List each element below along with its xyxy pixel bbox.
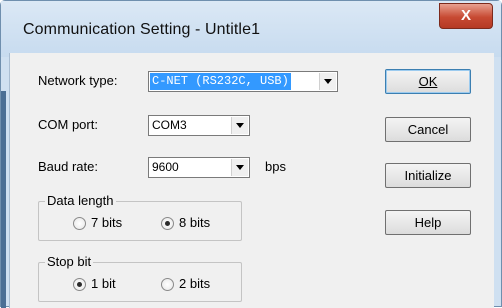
data-length-8-label[interactable]: 8 bits bbox=[179, 215, 210, 230]
title-bar[interactable]: Communication Setting - Untitle1 X bbox=[1, 1, 501, 57]
baud-rate-select[interactable]: 9600 bbox=[148, 157, 250, 178]
com-port-value: COM3 bbox=[152, 118, 187, 132]
initialize-button[interactable]: Initialize bbox=[385, 163, 471, 188]
initialize-button-label: Initialize bbox=[404, 168, 452, 183]
help-button[interactable]: Help bbox=[385, 210, 471, 235]
data-length-7-label[interactable]: 7 bits bbox=[91, 215, 122, 230]
cancel-button[interactable]: Cancel bbox=[385, 117, 471, 142]
cancel-button-label: Cancel bbox=[407, 122, 449, 137]
stop-bit-1-radio[interactable] bbox=[73, 278, 86, 291]
data-length-legend: Data length bbox=[45, 193, 116, 208]
chevron-down-icon[interactable] bbox=[319, 73, 336, 90]
stop-bit-2-radio[interactable] bbox=[161, 278, 174, 291]
stop-bit-2-label[interactable]: 2 bits bbox=[179, 276, 210, 291]
baud-rate-label: Baud rate: bbox=[38, 159, 98, 174]
window-left-edge bbox=[1, 91, 6, 308]
stop-bit-legend: Stop bit bbox=[45, 254, 94, 269]
network-type-select[interactable]: C-NET (RS232C, USB) bbox=[148, 71, 338, 92]
network-type-label: Network type: bbox=[38, 73, 118, 88]
chevron-down-icon[interactable] bbox=[231, 117, 248, 134]
com-port-label: COM port: bbox=[38, 117, 98, 132]
ok-button[interactable]: OK bbox=[385, 69, 471, 94]
communication-setting-dialog: Communication Setting - Untitle1 X Netwo… bbox=[0, 0, 502, 308]
stop-bit-1-label[interactable]: 1 bit bbox=[91, 276, 116, 291]
close-button[interactable]: X bbox=[439, 3, 493, 29]
stop-bit-group: Stop bit 1 bit 2 bits bbox=[38, 254, 242, 302]
baud-rate-unit: bps bbox=[265, 159, 286, 174]
com-port-select[interactable]: COM3 bbox=[148, 115, 250, 136]
baud-rate-value: 9600 bbox=[152, 160, 179, 174]
data-length-8-radio[interactable] bbox=[161, 217, 174, 230]
data-length-7-radio[interactable] bbox=[73, 217, 86, 230]
chevron-down-icon[interactable] bbox=[231, 159, 248, 176]
data-length-group: Data length 7 bits 8 bits bbox=[38, 193, 242, 241]
window-title: Communication Setting - Untitle1 bbox=[23, 21, 261, 38]
dialog-body: Network type: C-NET (RS232C, USB) COM po… bbox=[9, 53, 494, 308]
help-button-label: Help bbox=[414, 215, 442, 230]
ok-button-label: OK bbox=[418, 74, 438, 89]
network-type-value: C-NET (RS232C, USB) bbox=[150, 73, 291, 90]
